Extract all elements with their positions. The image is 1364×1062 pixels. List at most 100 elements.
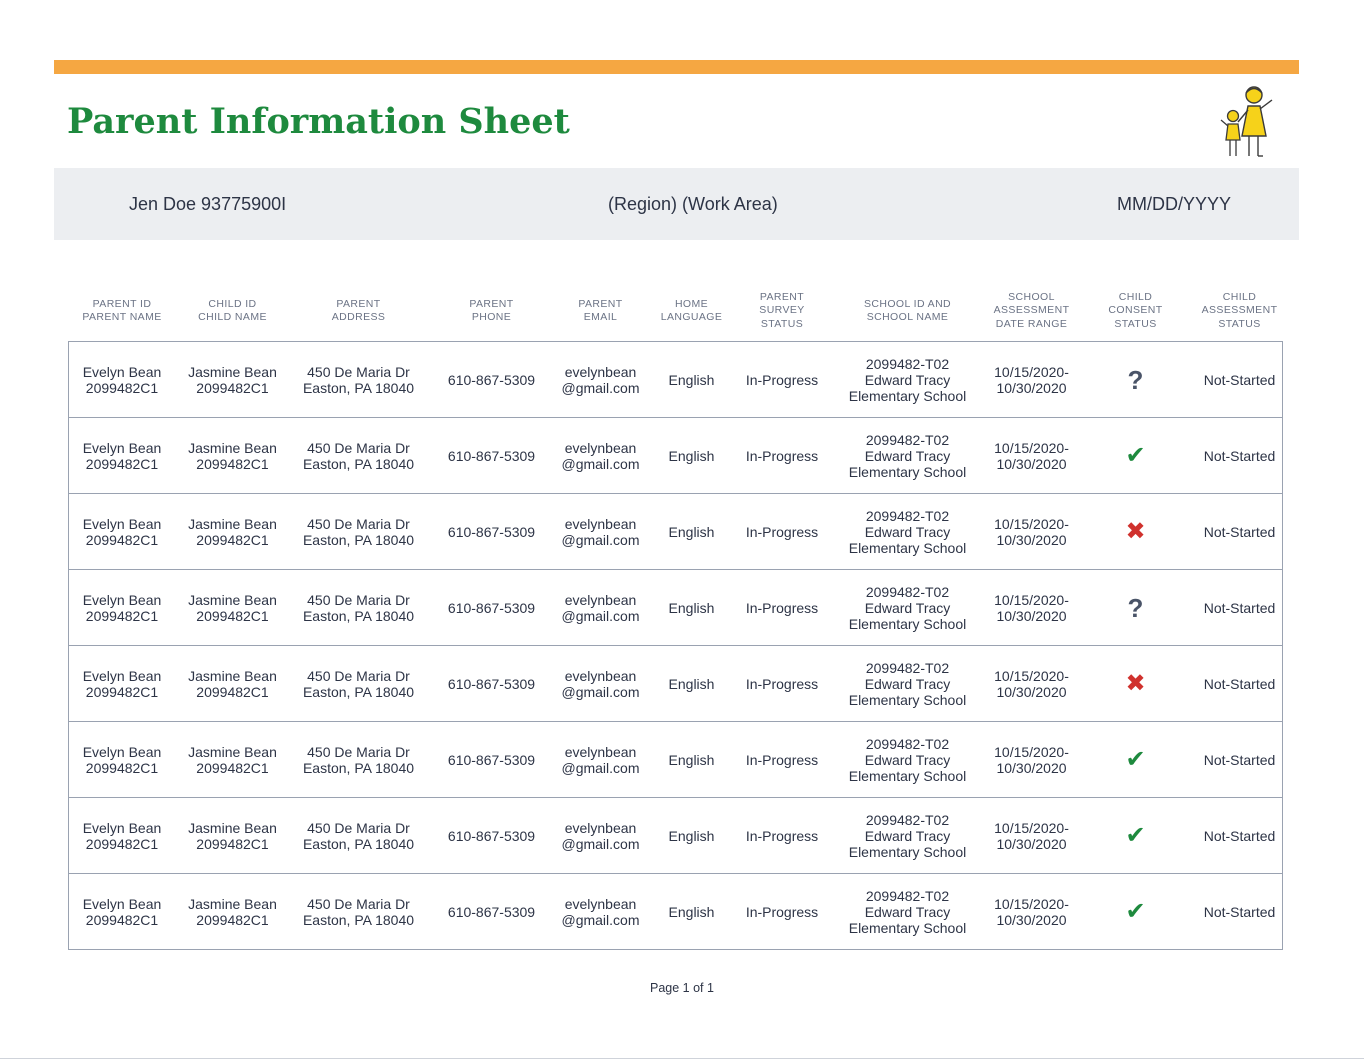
assessment-status-cell: Not-Started — [1203, 827, 1276, 844]
assessment-status-cell: Not-Started — [1203, 903, 1276, 920]
child-cell: Jasmine Bean 2099482C1 — [188, 667, 277, 700]
column-header: PARENT ID PARENT NAME — [82, 297, 162, 324]
page-number: Page 1 of 1 — [650, 981, 714, 995]
consent-status-cell: ? — [1074, 342, 1197, 417]
column-header: CHILD ID CHILD NAME — [198, 297, 267, 324]
column-header: CHILD CONSENT STATUS — [1108, 290, 1163, 330]
column-header: HOME LANGUAGE — [660, 297, 723, 324]
parent-cell: Evelyn Bean 2099482C1 — [82, 895, 162, 928]
assessment-status-cell: Not-Started — [1203, 751, 1276, 768]
assessment-status-cell: Not-Started — [1203, 599, 1276, 616]
table-row[interactable]: Evelyn Bean 2099482C1 Jasmine Bean 2099482C… — [69, 645, 1282, 721]
survey-status-cell: In-Progress — [745, 447, 819, 464]
column-headers: PARENT ID PARENT NAME CHILD ID CHILD NAME… — [69, 286, 1282, 336]
language-cell: English — [668, 903, 715, 920]
address-cell: 450 De Maria Dr Easton, PA 18040 — [302, 743, 415, 776]
school-cell: 2099482-T02 Edward Tracy Elementary School — [848, 507, 967, 556]
date-range-cell: 10/15/2020- 10/30/2020 — [994, 591, 1069, 624]
language-cell: English — [668, 599, 715, 616]
date-range-cell: 10/15/2020- 10/30/2020 — [994, 439, 1069, 472]
date-range-cell: 10/15/2020- 10/30/2020 — [994, 819, 1069, 852]
accent-bar — [54, 60, 1299, 74]
survey-status-cell: In-Progress — [745, 751, 819, 768]
email-cell: evelynbean @gmail.com — [561, 363, 640, 396]
page-divider — [0, 1058, 1364, 1059]
language-cell: English — [668, 447, 715, 464]
language-cell: English — [668, 751, 715, 768]
parent-cell: Evelyn Bean 2099482C1 — [82, 439, 162, 472]
table-row[interactable]: Evelyn Bean 2099482C1 Jasmine Bean 2099482C… — [69, 873, 1282, 949]
survey-status-cell: In-Progress — [745, 599, 819, 616]
assessment-status-cell: Not-Started — [1203, 675, 1276, 692]
check-icon: ✔ — [1125, 441, 1146, 469]
language-cell: English — [668, 523, 715, 540]
x-icon: ✖ — [1125, 517, 1146, 545]
consent-status-cell: ✖ — [1074, 494, 1197, 569]
email-cell: evelynbean @gmail.com — [561, 743, 640, 776]
phone-cell: 610-867-5309 — [447, 675, 536, 692]
parent-and-child-icon — [1220, 86, 1273, 157]
consent-status-cell: ✖ — [1074, 646, 1197, 721]
column-header: PARENT EMAIL — [578, 297, 623, 324]
consent-status-cell: ✔ — [1074, 874, 1197, 949]
school-cell: 2099482-T02 Edward Tracy Elementary School — [848, 355, 967, 404]
school-cell: 2099482-T02 Edward Tracy Elementary School — [848, 659, 967, 708]
assessment-status-cell: Not-Started — [1203, 447, 1276, 464]
language-cell: English — [668, 827, 715, 844]
child-cell: Jasmine Bean 2099482C1 — [188, 515, 277, 548]
child-cell: Jasmine Bean 2099482C1 — [188, 743, 277, 776]
table-row[interactable]: Evelyn Bean 2099482C1 Jasmine Bean 2099482C… — [69, 342, 1282, 417]
consent-status-cell: ✔ — [1074, 418, 1197, 493]
consent-status-cell: ✔ — [1074, 798, 1197, 873]
address-cell: 450 De Maria Dr Easton, PA 18040 — [302, 667, 415, 700]
parent-cell: Evelyn Bean 2099482C1 — [82, 743, 162, 776]
consent-status-cell: ✔ — [1074, 722, 1197, 797]
date-range-cell: 10/15/2020- 10/30/2020 — [994, 515, 1069, 548]
column-header: SCHOOL ID AND SCHOOL NAME — [863, 297, 952, 324]
date-range-cell: 10/15/2020- 10/30/2020 — [994, 895, 1069, 928]
email-cell: evelynbean @gmail.com — [561, 439, 640, 472]
column-header: PARENT SURVEY STATUS — [759, 290, 805, 330]
address-cell: 450 De Maria Dr Easton, PA 18040 — [302, 819, 415, 852]
child-cell: Jasmine Bean 2099482C1 — [188, 819, 277, 852]
survey-status-cell: In-Progress — [745, 371, 819, 388]
table-row[interactable]: Evelyn Bean 2099482C1 Jasmine Bean 2099482C… — [69, 721, 1282, 797]
check-icon: ✔ — [1125, 897, 1146, 925]
staff-name-id: Jen Doe 93775900I — [129, 194, 287, 214]
child-cell: Jasmine Bean 2099482C1 — [188, 363, 277, 396]
table-row[interactable]: Evelyn Bean 2099482C1 Jasmine Bean 2099482C… — [69, 797, 1282, 873]
column-header: SCHOOL ASSESSMENT DATE RANGE — [993, 290, 1070, 330]
date-range-cell: 10/15/2020- 10/30/2020 — [994, 667, 1069, 700]
phone-cell: 610-867-5309 — [447, 751, 536, 768]
x-icon: ✖ — [1125, 669, 1146, 697]
address-cell: 450 De Maria Dr Easton, PA 18040 — [302, 895, 415, 928]
check-icon: ✔ — [1125, 745, 1146, 773]
email-cell: evelynbean @gmail.com — [561, 667, 640, 700]
column-header: CHILD ASSESSMENT STATUS — [1201, 290, 1278, 330]
check-icon: ✔ — [1125, 821, 1146, 849]
table-row[interactable]: Evelyn Bean 2099482C1 Jasmine Bean 2099482C… — [69, 417, 1282, 493]
page-title: Parent Information Sheet — [67, 101, 570, 142]
phone-cell: 610-867-5309 — [447, 447, 536, 464]
school-cell: 2099482-T02 Edward Tracy Elementary School — [848, 431, 967, 480]
survey-status-cell: In-Progress — [745, 675, 819, 692]
address-cell: 450 De Maria Dr Easton, PA 18040 — [302, 591, 415, 624]
school-cell: 2099482-T02 Edward Tracy Elementary School — [848, 811, 967, 860]
address-cell: 450 De Maria Dr Easton, PA 18040 — [302, 439, 415, 472]
column-header: PARENT ADDRESS — [331, 297, 386, 324]
phone-cell: 610-867-5309 — [447, 371, 536, 388]
question-icon: ? — [1127, 592, 1144, 623]
parent-cell: Evelyn Bean 2099482C1 — [82, 363, 162, 396]
table-row[interactable]: Evelyn Bean 2099482C1 Jasmine Bean 2099482C… — [69, 569, 1282, 645]
info-bar: Jen Doe 93775900I (Region) (Work Area) M… — [54, 168, 1299, 240]
parent-cell: Evelyn Bean 2099482C1 — [82, 819, 162, 852]
language-cell: English — [668, 371, 715, 388]
parent-cell: Evelyn Bean 2099482C1 — [82, 667, 162, 700]
report-date: MM/DD/YYYY — [1117, 194, 1232, 214]
school-cell: 2099482-T02 Edward Tracy Elementary School — [848, 583, 967, 632]
school-cell: 2099482-T02 Edward Tracy Elementary School — [848, 887, 967, 936]
child-cell: Jasmine Bean 2099482C1 — [188, 591, 277, 624]
email-cell: evelynbean @gmail.com — [561, 819, 640, 852]
table-row[interactable]: Evelyn Bean 2099482C1 Jasmine Bean 2099482C… — [69, 493, 1282, 569]
address-cell: 450 De Maria Dr Easton, PA 18040 — [302, 515, 415, 548]
